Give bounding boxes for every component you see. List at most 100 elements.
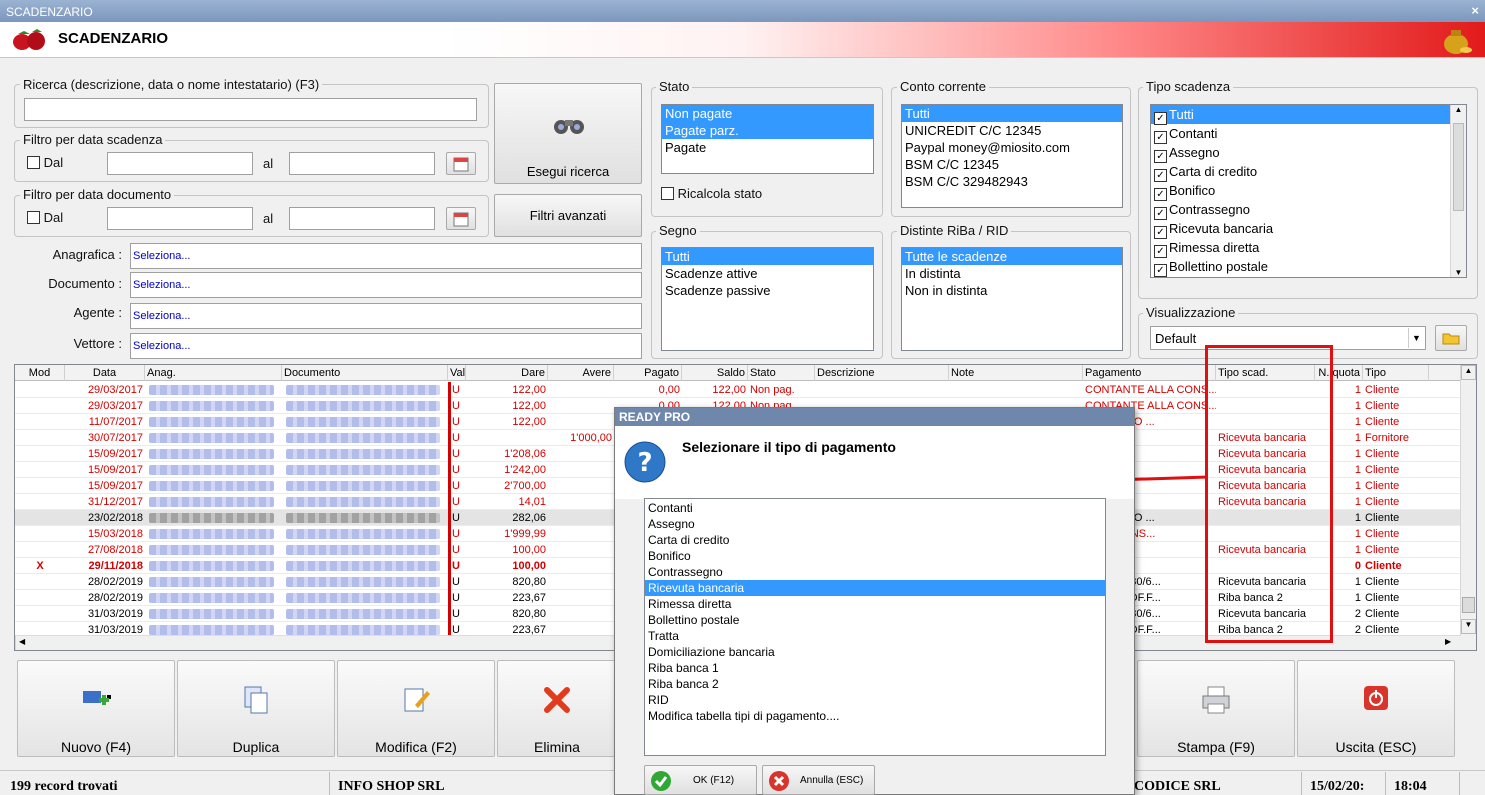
lookup-anagrafica[interactable]: Seleziona... [130, 243, 642, 269]
tipo-scadenza-item[interactable]: ✓ Bonifico [1151, 181, 1450, 201]
header-title: SCADENZARIO [58, 30, 169, 47]
conto-item[interactable]: Paypal money@miosito.com [902, 139, 1122, 156]
column-header[interactable]: Dare [466, 365, 548, 381]
checkbox-checked-icon[interactable]: ✓ [1154, 264, 1167, 277]
tipo-scadenza-item[interactable]: ✓ Bollettino postale [1151, 257, 1450, 277]
column-header[interactable]: Saldo [682, 365, 748, 381]
payment-type-option[interactable]: Rimessa diretta [645, 596, 1105, 612]
column-header[interactable]: Tipo [1363, 365, 1429, 381]
scroll-down-icon[interactable]: ▼ [1461, 619, 1476, 634]
scroll-left-icon[interactable]: ◀ [19, 637, 25, 646]
chevron-down-icon[interactable]: ▼ [1408, 328, 1424, 348]
distinte-item[interactable]: Tutte le scadenze [902, 248, 1122, 265]
new-button[interactable]: Nuovo (F4) [17, 660, 175, 757]
segno-item[interactable]: Scadenze passive [662, 282, 873, 299]
due-date-from-checkbox[interactable]: Dal [27, 155, 63, 170]
open-view-button[interactable] [1435, 325, 1467, 351]
scroll-up-icon[interactable]: ▲ [1451, 105, 1466, 114]
tipo-scadenza-scrollbar[interactable]: ▲ ▼ [1450, 105, 1466, 277]
payment-type-option[interactable]: Bollettino postale [645, 612, 1105, 628]
conto-item[interactable]: Tutti [902, 105, 1122, 122]
payment-type-option[interactable]: Carta di credito [645, 532, 1105, 548]
edit-button[interactable]: Modifica (F2) [337, 660, 495, 757]
scroll-up-icon[interactable]: ▲ [1461, 365, 1476, 380]
distinte-item[interactable]: Non in distinta [902, 282, 1122, 299]
tipo-scadenza-item[interactable]: ✓ Assegno [1151, 143, 1450, 163]
dialog-cancel-button[interactable]: Annulla (ESC) [762, 765, 875, 795]
checkbox-box[interactable] [661, 187, 674, 200]
search-input[interactable] [24, 98, 477, 121]
tipo-scadenza-item[interactable]: ✓ Tutti [1151, 105, 1450, 125]
due-date-calendar-button[interactable] [446, 152, 476, 175]
conto-list[interactable]: Tutti UNICREDIT C/C 12345 Paypal money@m… [901, 104, 1123, 208]
duplicate-button[interactable]: Duplica [177, 660, 335, 757]
dialog-ok-button[interactable]: OK (F12) [644, 765, 757, 795]
conto-item[interactable]: BSM C/C 329482943 [902, 173, 1122, 190]
recalc-state-checkbox[interactable]: Ricalcola stato [661, 186, 762, 201]
conto-item[interactable]: BSM C/C 12345 [902, 156, 1122, 173]
column-header[interactable]: Anag. [145, 365, 282, 381]
column-header[interactable]: Note [949, 365, 1083, 381]
window-close-button[interactable]: × [1471, 3, 1479, 18]
column-header[interactable]: Documento [282, 365, 448, 381]
delete-button[interactable]: Elimina [497, 660, 617, 757]
stato-item[interactable]: Pagate [662, 139, 873, 156]
segno-item[interactable]: Scadenze attive [662, 265, 873, 282]
exit-button[interactable]: Uscita (ESC) [1297, 660, 1455, 757]
tipo-scadenza-item[interactable]: ✓ Contrassegno [1151, 200, 1450, 220]
scroll-thumb[interactable] [1462, 597, 1475, 613]
print-button[interactable]: Stampa (F9) [1137, 660, 1295, 757]
due-date-to-input[interactable] [289, 152, 435, 175]
doc-date-to-input[interactable] [289, 207, 435, 230]
payment-type-option[interactable]: Contanti [645, 500, 1105, 516]
column-header[interactable]: Pagamento [1083, 365, 1216, 381]
table-vscrollbar[interactable]: ▲ ▼ [1460, 365, 1476, 650]
segno-list[interactable]: Tutti Scadenze attive Scadenze passive [661, 247, 874, 351]
lookup-documento[interactable]: Seleziona... [130, 272, 642, 298]
column-header[interactable]: Stato [748, 365, 815, 381]
tipo-scadenza-item[interactable]: ✓ Rimessa diretta [1151, 238, 1450, 258]
payment-type-option[interactable]: RID [645, 692, 1105, 708]
run-search-button[interactable]: Esegui ricerca [494, 83, 642, 184]
due-date-from-input[interactable] [107, 152, 253, 175]
visualizzazione-label: Visualizzazione [1143, 305, 1239, 320]
payment-type-option[interactable]: Tratta [645, 628, 1105, 644]
payment-type-option[interactable]: Domiciliazione bancaria [645, 644, 1105, 660]
scroll-down-icon[interactable]: ▼ [1451, 268, 1466, 277]
column-header[interactable]: Avere [548, 365, 614, 381]
tipo-scadenza-item[interactable]: ✓ Contanti [1151, 124, 1450, 144]
doc-date-from-checkbox[interactable]: Dal [27, 210, 63, 225]
distinte-list[interactable]: Tutte le scadenze In distinta Non in dis… [901, 247, 1123, 351]
conto-item[interactable]: UNICREDIT C/C 12345 [902, 122, 1122, 139]
column-header[interactable]: Data [65, 365, 145, 381]
column-header[interactable]: Pagato [614, 365, 682, 381]
scroll-right-icon[interactable]: ▶ [1445, 637, 1451, 646]
doc-date-from-input[interactable] [107, 207, 253, 230]
doc-date-calendar-button[interactable] [446, 207, 476, 230]
column-header[interactable]: Descrizione [815, 365, 949, 381]
column-header[interactable]: Mod [15, 365, 65, 381]
checkbox-box[interactable] [27, 156, 40, 169]
advanced-filters-button[interactable]: Filtri avanzati [494, 194, 642, 237]
lookup-vettore[interactable]: Seleziona... [130, 333, 642, 359]
checkbox-box[interactable] [27, 211, 40, 224]
tipo-scadenza-item[interactable]: ✓ Carta di credito [1151, 162, 1450, 182]
stato-item[interactable]: Non pagate [662, 105, 873, 122]
payment-type-option[interactable]: Modifica tabella tipi di pagamento.... [645, 708, 1105, 724]
payment-type-option[interactable]: Riba banca 1 [645, 660, 1105, 676]
payment-type-option[interactable]: Riba banca 2 [645, 676, 1105, 692]
tipo-scadenza-list[interactable]: ✓ Tutti ✓ Contanti ✓ Assegno ✓ Carta di credito… [1150, 104, 1467, 278]
tipo-scadenza-item[interactable]: ✓ Ricevuta bancaria [1151, 219, 1450, 239]
column-header[interactable]: Val [448, 365, 466, 381]
stato-item[interactable]: Pagate parz. [662, 122, 873, 139]
distinte-item[interactable]: In distinta [902, 265, 1122, 282]
payment-type-option[interactable]: Bonifico [645, 548, 1105, 564]
payment-type-option[interactable]: Ricevuta bancaria [645, 580, 1105, 596]
payment-type-option[interactable]: Contrassegno [645, 564, 1105, 580]
segno-item[interactable]: Tutti [662, 248, 873, 265]
stato-list[interactable]: Non pagate Pagate parz. Pagate [661, 104, 874, 174]
scroll-thumb[interactable] [1453, 123, 1464, 211]
lookup-agente[interactable]: Seleziona... [130, 303, 642, 329]
payment-type-list[interactable]: Contanti Assegno Carta di credito Bonifico C… [644, 498, 1106, 756]
payment-type-option[interactable]: Assegno [645, 516, 1105, 532]
